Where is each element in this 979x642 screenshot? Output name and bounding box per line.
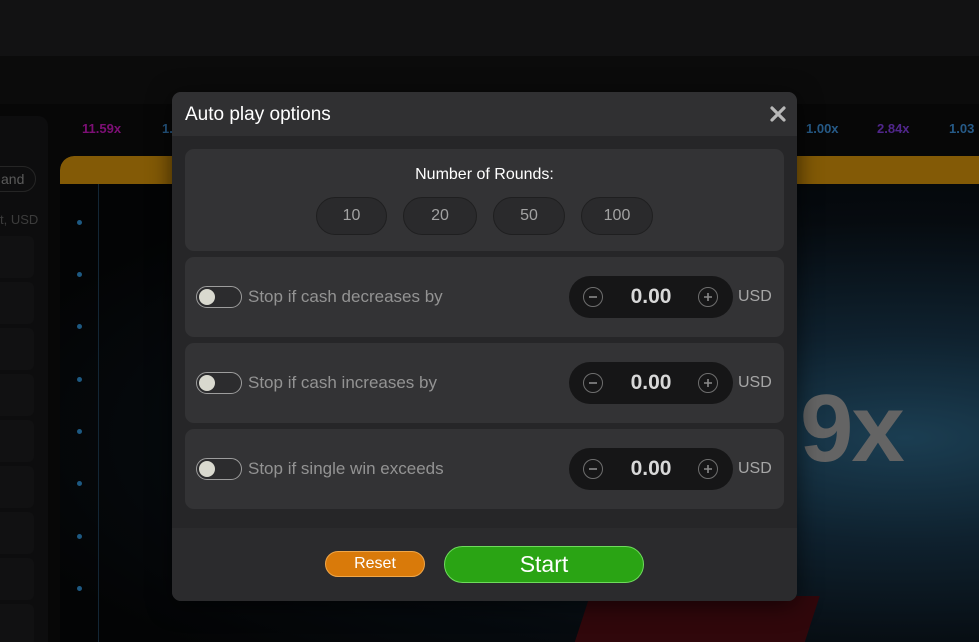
stop-cash-increase-stepper xyxy=(569,362,733,404)
plus-icon xyxy=(704,293,712,301)
increment-button[interactable] xyxy=(698,373,718,393)
increment-button[interactable] xyxy=(698,287,718,307)
modal-footer: Reset Start xyxy=(172,528,797,601)
stop-single-win-stepper xyxy=(569,448,733,490)
modal-header: Auto play options xyxy=(172,92,797,136)
decrement-button[interactable] xyxy=(583,287,603,307)
stop-single-win-label: Stop if single win exceeds xyxy=(248,459,444,478)
stop-single-win-card: Stop if single win exceeds USD xyxy=(185,429,784,509)
increment-button[interactable] xyxy=(698,459,718,479)
rounds-card: Number of Rounds: 10 20 50 100 xyxy=(185,149,784,251)
reset-button[interactable]: Reset xyxy=(325,551,425,577)
minus-icon xyxy=(589,382,597,384)
stop-cash-decrease-card: Stop if cash decreases by USD xyxy=(185,257,784,337)
round-option-20[interactable]: 20 xyxy=(403,197,477,235)
decrement-button[interactable] xyxy=(583,373,603,393)
start-button[interactable]: Start xyxy=(444,546,644,583)
plus-icon xyxy=(704,465,712,473)
stop-single-win-toggle[interactable] xyxy=(196,458,242,480)
stop-cash-increase-input[interactable] xyxy=(609,362,693,404)
stop-single-win-input[interactable] xyxy=(609,448,693,490)
rounds-label: Number of Rounds: xyxy=(415,166,554,183)
stop-cash-decrease-label: Stop if cash decreases by xyxy=(248,287,443,306)
currency-label: USD xyxy=(738,460,772,477)
stop-cash-decrease-stepper xyxy=(569,276,733,318)
currency-label: USD xyxy=(738,374,772,391)
minus-icon xyxy=(589,296,597,298)
round-option-10[interactable]: 10 xyxy=(316,197,387,235)
stop-cash-increase-toggle[interactable] xyxy=(196,372,242,394)
plus-icon xyxy=(704,379,712,387)
auto-play-modal: Auto play options Number of Rounds: 10 2… xyxy=(172,92,797,601)
decrement-button[interactable] xyxy=(583,459,603,479)
stop-cash-increase-label: Stop if cash increases by xyxy=(248,373,437,392)
toggle-knob xyxy=(199,289,215,305)
toggle-knob xyxy=(199,375,215,391)
round-option-50[interactable]: 50 xyxy=(493,197,565,235)
minus-icon xyxy=(589,468,597,470)
round-option-100[interactable]: 100 xyxy=(581,197,653,235)
modal-title: Auto play options xyxy=(185,104,331,125)
toggle-knob xyxy=(199,461,215,477)
stop-cash-decrease-toggle[interactable] xyxy=(196,286,242,308)
close-icon xyxy=(770,106,786,122)
currency-label: USD xyxy=(738,288,772,305)
stop-cash-decrease-input[interactable] xyxy=(609,276,693,318)
stop-cash-increase-card: Stop if cash increases by USD xyxy=(185,343,784,423)
close-button[interactable] xyxy=(766,102,790,126)
